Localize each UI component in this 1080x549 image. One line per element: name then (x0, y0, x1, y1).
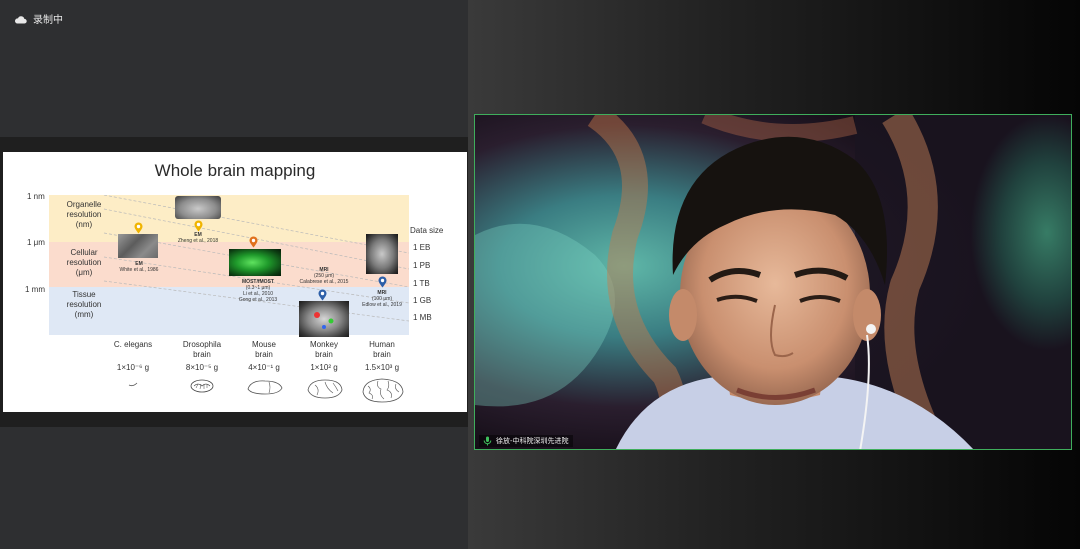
study-em-celegans: EM White et al., 1986 (119, 261, 159, 273)
scale-mm: 1 mm (25, 285, 45, 294)
weight-mouse: 4×10⁻¹ g (248, 363, 280, 372)
study-mri-human: MRI (100 μm) Edlow et al., 2019 (362, 290, 402, 308)
presentation-slide: Whole brain mapping Organelle resolution… (3, 152, 467, 412)
slide-title: Whole brain mapping (154, 161, 316, 180)
map-pin-icon (134, 222, 143, 234)
participant-name: 徐放-中科院深圳先进院 (496, 437, 569, 445)
drosophila-brain-sketch (190, 379, 214, 393)
em-drosophila-image (175, 196, 221, 219)
study-most: MOST/fMOST (0.3~1 μm) Li et al., 2010 Gong… (238, 279, 278, 303)
weight-monkey: 1×10² g (310, 363, 338, 372)
participant-video[interactable]: 徐放-中科院深圳先进院 (474, 114, 1072, 450)
participant-name-tag: 徐放-中科院深圳先进院 (479, 435, 573, 447)
scale-um: 1 μm (27, 238, 45, 247)
meeting-window: 录制中 Whole brain mapping Organelle resolu… (0, 0, 1080, 549)
data-size-eb: 1 EB (413, 243, 431, 252)
monkey-brain-sketch (307, 379, 343, 399)
em-celegans-image (118, 234, 158, 258)
mouse-brain-sketch (247, 380, 283, 395)
human-brain-sketch (362, 378, 404, 403)
slide-area: Whole brain mapping Organelle resolution… (0, 137, 468, 427)
weight-celegans: 1×10⁻⁶ g (116, 363, 150, 372)
map-pin-icon (318, 289, 327, 301)
study-em-drosophila: EM Zheng et al., 2018 (177, 232, 219, 244)
video-frame (475, 115, 1071, 449)
study-mri-monkey: MRI (250 μm) Calabrese et al., 2015 (299, 267, 349, 285)
shared-screen-panel: 录制中 Whole brain mapping Organelle resolu… (0, 0, 468, 549)
species-mouse: Mouse brain (251, 340, 276, 359)
data-size-tb: 1 TB (413, 279, 430, 288)
species-human: Human brain (369, 340, 395, 359)
celegans-sketch (128, 382, 138, 387)
microphone-icon (483, 436, 492, 446)
map-pin-icon (194, 220, 203, 232)
data-size-gb: 1 GB (413, 296, 432, 305)
scale-nm: 1 nm (27, 192, 45, 201)
map-pin-icon (249, 236, 258, 248)
weight-human: 1.5×10³ g (364, 363, 400, 372)
mri-monkey-image (299, 301, 349, 337)
most-mouse-image (229, 249, 281, 276)
mri-human-image (366, 234, 398, 274)
recording-indicator[interactable]: 录制中 (14, 9, 63, 28)
data-size-header: Data size (410, 226, 444, 235)
species-monkey: Monkey brain (309, 340, 338, 359)
map-pin-icon (378, 276, 387, 288)
data-size-mb: 1 MB (413, 313, 432, 322)
cloud-icon (14, 9, 27, 28)
recording-label: 录制中 (33, 15, 63, 26)
species-celegans: C. elegans (113, 340, 153, 349)
weight-drosophila: 8×10⁻⁵ g (185, 363, 219, 372)
species-drosophila: Drosophila brain (182, 340, 222, 359)
data-size-pb: 1 PB (413, 261, 431, 270)
